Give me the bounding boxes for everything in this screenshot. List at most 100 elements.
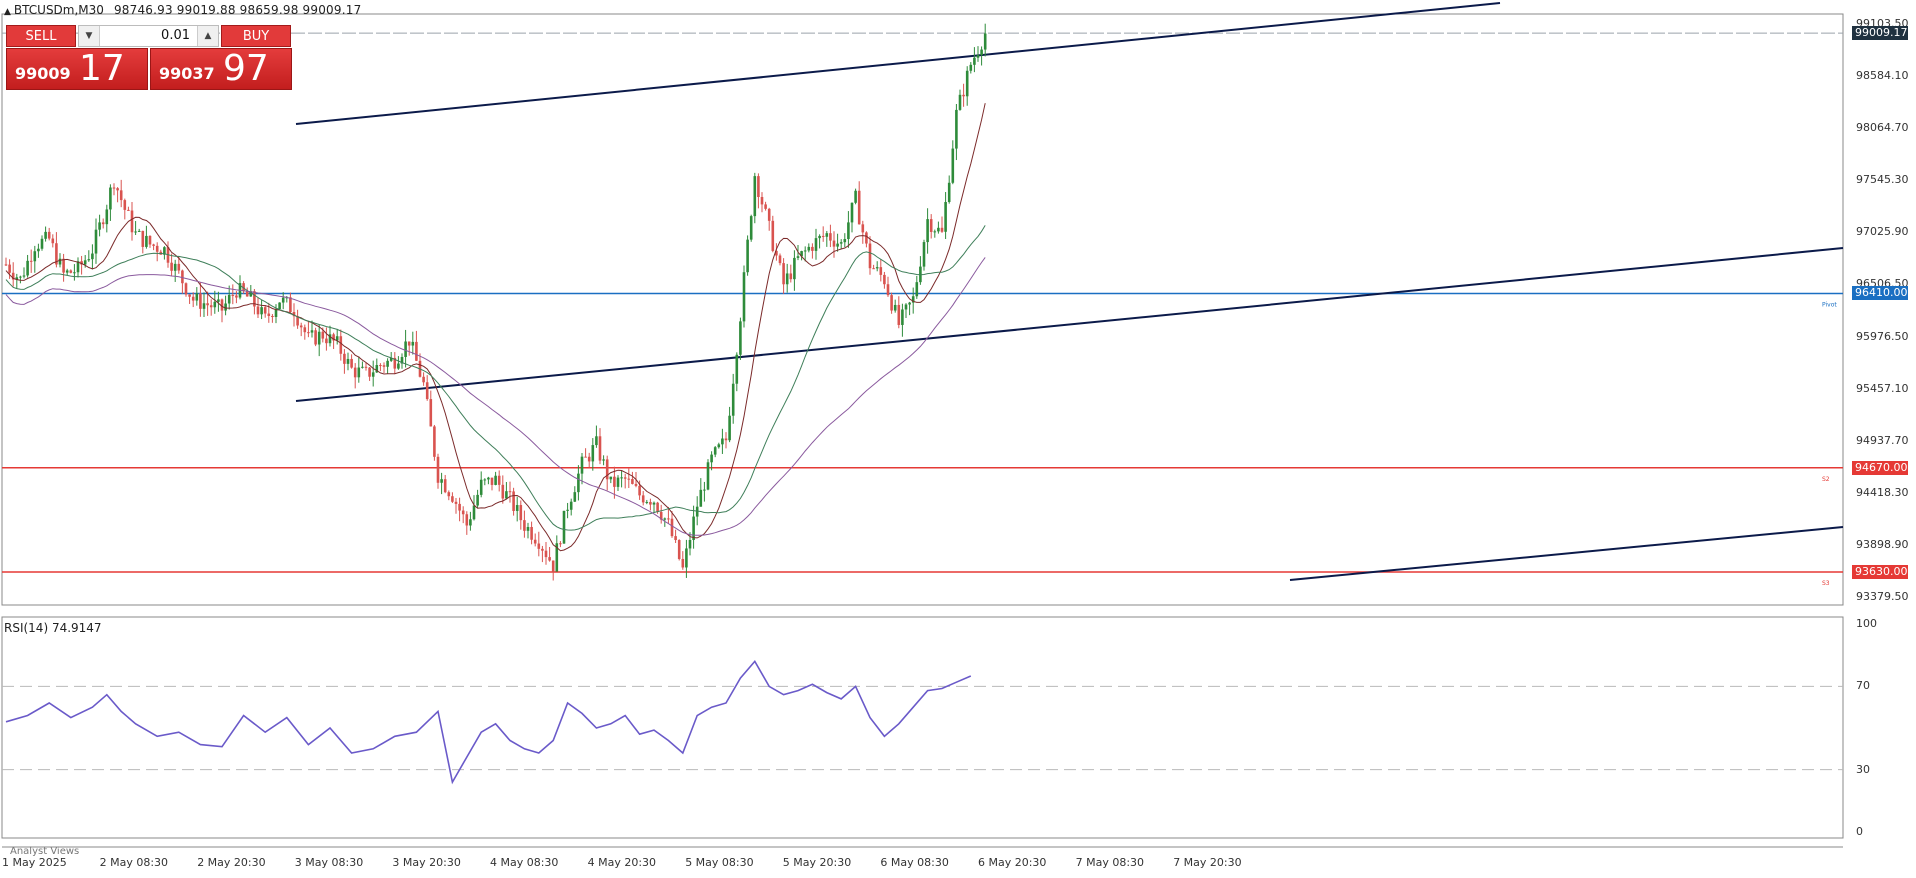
candle-body <box>515 505 519 511</box>
lot-increase-icon[interactable]: ▲ <box>197 26 218 46</box>
candle-body <box>501 484 505 499</box>
candle-body <box>469 519 472 526</box>
candle-body <box>803 250 807 252</box>
candle-body <box>397 363 400 369</box>
candle-body <box>130 210 134 233</box>
candle-body <box>573 492 577 502</box>
candle-body <box>44 231 47 239</box>
rsi-indicator-label: RSI(14) 74.9147 <box>4 621 102 635</box>
candle-body <box>562 510 566 544</box>
candle-body <box>623 477 627 479</box>
time-tick-label: 2 May 20:30 <box>197 856 266 869</box>
candle-body <box>746 239 749 273</box>
rsi-tick-label: 100 <box>1856 617 1877 630</box>
candle-body <box>764 204 767 209</box>
candle-body <box>703 489 706 491</box>
candle-body <box>818 235 821 239</box>
candle-body <box>299 325 303 328</box>
price-tick-label: 95457.10 <box>1856 381 1909 395</box>
lot-decrease-icon[interactable]: ▼ <box>79 26 100 46</box>
candle-body <box>969 64 973 71</box>
candle-body <box>368 367 371 377</box>
candle-body <box>904 304 908 310</box>
candle-body <box>947 182 951 203</box>
candle-body <box>667 518 670 520</box>
time-tick-label: 3 May 08:30 <box>294 856 364 869</box>
candle-body <box>937 227 940 232</box>
candle-body <box>47 231 51 239</box>
price-tick-label: 97025.90 <box>1856 224 1909 238</box>
candle-body <box>688 540 692 549</box>
sell-button[interactable]: SELL <box>6 25 76 47</box>
candle-body <box>112 187 116 189</box>
candle-body <box>677 540 681 559</box>
candle-body <box>191 296 195 301</box>
candle-body <box>278 302 281 309</box>
level-label-s3: S3 <box>1822 580 1830 587</box>
lot-size-value[interactable]: 0.01 <box>161 26 190 46</box>
chart-canvas[interactable]: Pivot S2 S3 <box>0 0 1916 874</box>
candle-body <box>235 295 238 298</box>
candle-body <box>602 459 605 461</box>
candle-body <box>613 476 616 487</box>
price-tick-label: 94418.30 <box>1856 485 1909 499</box>
candle-body <box>749 216 753 240</box>
candle-body <box>850 202 854 223</box>
candle-body <box>857 190 861 225</box>
candle-body <box>577 473 580 493</box>
candle-body <box>757 176 760 197</box>
candle-body <box>595 436 598 446</box>
chart-window[interactable]: Pivot S2 S3 <box>0 0 1916 874</box>
candle-body <box>325 338 328 344</box>
symbol-info: ▲ BTCUSDm,M30 98746.93 99019.88 98659.98 9… <box>4 3 361 17</box>
candle-body <box>181 270 184 284</box>
buy-button[interactable]: BUY <box>221 25 291 47</box>
candle-body <box>87 259 91 261</box>
candle-body <box>649 501 652 505</box>
ask-price-button[interactable]: 99037 97 <box>150 48 292 90</box>
candle-body <box>685 548 688 568</box>
candle-body <box>339 336 343 354</box>
candle-body <box>807 246 811 251</box>
candle-body <box>559 543 562 545</box>
candle-body <box>213 301 217 308</box>
candle-body <box>861 224 865 233</box>
triangle-icon: ▲ <box>4 7 11 17</box>
candle-body <box>796 256 800 258</box>
candle-body <box>447 492 451 497</box>
level-label-pivot: Pivot <box>1822 301 1837 308</box>
lot-size-field[interactable]: ▼ 0.01 ▲ <box>78 25 219 47</box>
candle-body <box>508 491 512 493</box>
candle-body <box>609 476 613 480</box>
time-tick-label: 6 May 20:30 <box>978 856 1047 869</box>
candle-body <box>940 227 944 232</box>
candle-body <box>544 550 548 558</box>
analyst-views-tab[interactable]: Analyst Views <box>10 846 79 857</box>
price-tag-s3: 93630.00 <box>1852 564 1908 579</box>
candle-body <box>890 295 893 311</box>
candle-body <box>173 263 177 271</box>
candle-body <box>886 284 890 296</box>
candle-body <box>825 233 829 237</box>
candle-body <box>321 331 325 339</box>
candle-body <box>652 502 656 505</box>
candle-body <box>976 55 980 58</box>
candle-body <box>634 483 638 486</box>
candle-body <box>692 516 695 541</box>
candle-body <box>821 235 825 237</box>
candle-body <box>40 238 44 249</box>
candle-body <box>494 475 497 485</box>
ask-price-main: 99037 <box>159 64 215 83</box>
candle-body <box>37 248 40 252</box>
candle-body <box>814 238 818 251</box>
candle-body <box>591 445 595 462</box>
candle-body <box>83 260 87 265</box>
candle-body <box>458 503 461 511</box>
candle-body <box>537 543 541 549</box>
candle-body <box>782 263 785 285</box>
candle-body <box>674 536 677 541</box>
candle-body <box>137 230 141 232</box>
candle-body <box>929 219 933 232</box>
bid-price-button[interactable]: 99009 17 <box>6 48 148 90</box>
price-tag-s2: 94670.00 <box>1852 460 1908 475</box>
